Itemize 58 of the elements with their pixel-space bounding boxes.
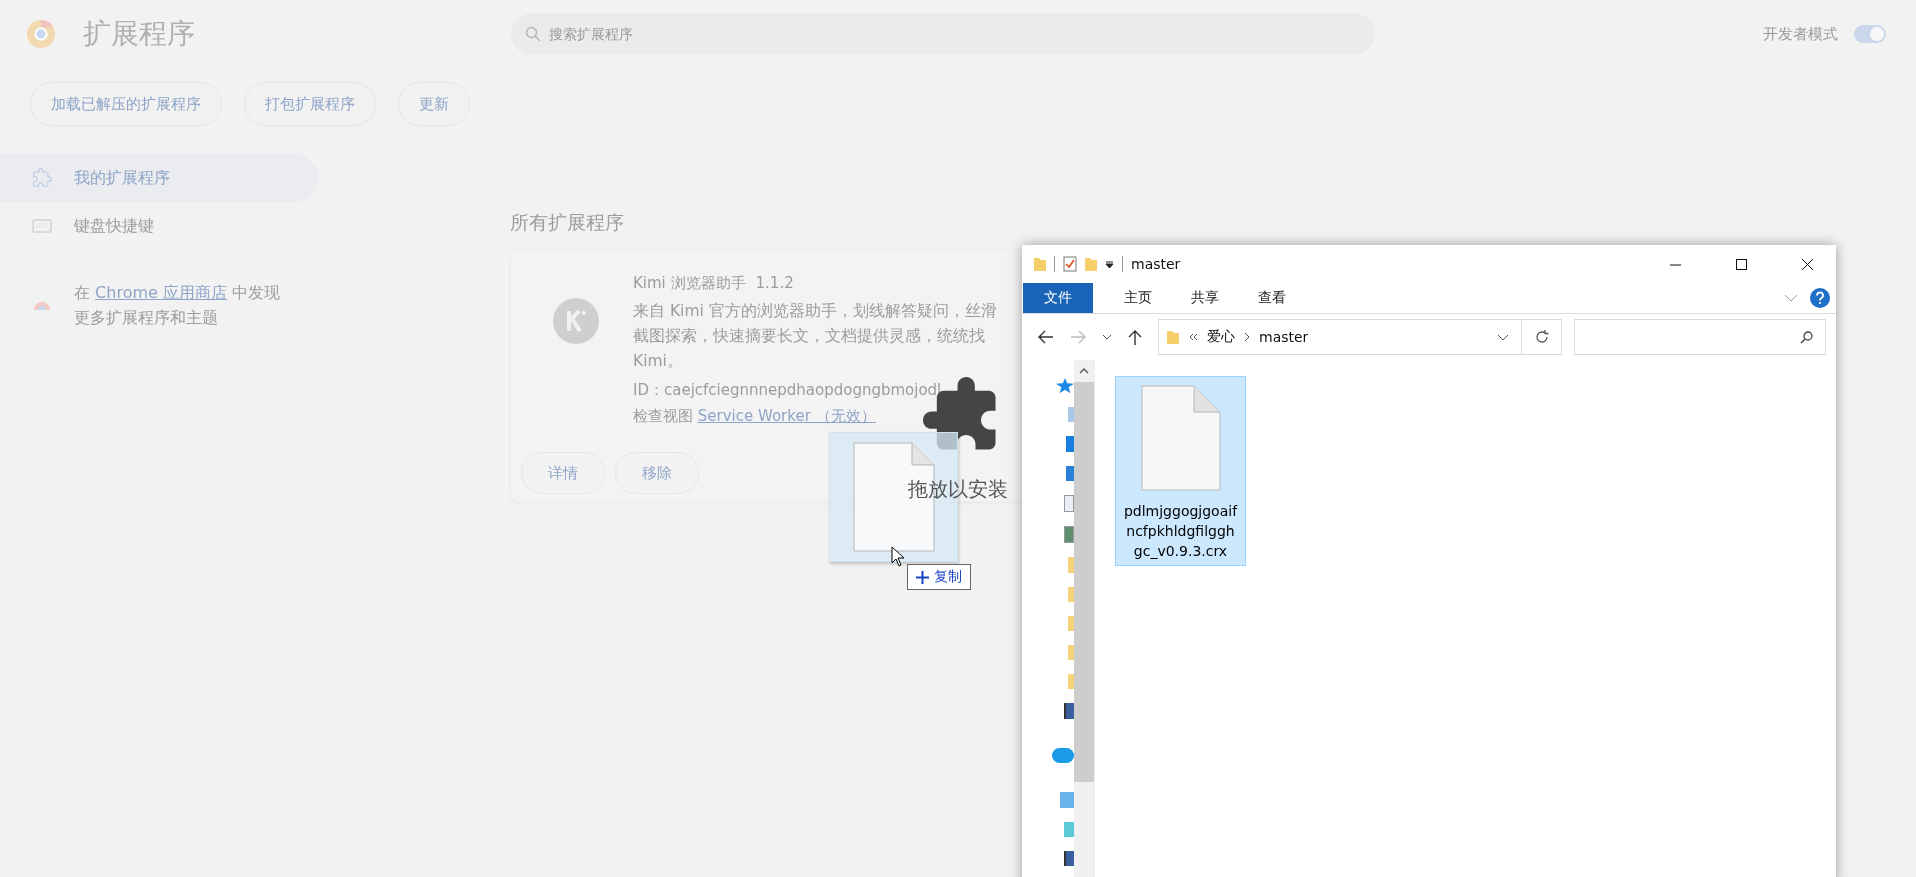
recent-dropdown-icon[interactable] bbox=[1102, 334, 1112, 340]
card-button[interactable]: 移除 bbox=[615, 452, 699, 494]
service-worker-link[interactable]: Service Worker （无效） bbox=[697, 407, 876, 425]
help-icon[interactable] bbox=[1810, 288, 1830, 308]
search-icon bbox=[1800, 330, 1813, 344]
inspect-views: 检查视图 Service Worker （无效） bbox=[633, 406, 877, 426]
scroll-up-icon[interactable] bbox=[1079, 368, 1089, 374]
chevron-right-icon bbox=[1244, 332, 1250, 342]
maximize-icon bbox=[1735, 258, 1747, 270]
extension-description: 来自 Kimi 官方的浏览器助手，划线解答疑问，丝滑截图探索，快速摘要长文，文档提供灵感，统统找 Kimi。 bbox=[633, 301, 998, 372]
plus-icon bbox=[916, 570, 929, 584]
file-icon bbox=[1140, 385, 1221, 491]
extension-version: 1.1.2 bbox=[755, 273, 794, 293]
keyboard-icon bbox=[32, 219, 52, 233]
breadcrumb-item[interactable]: 爱心 bbox=[1207, 328, 1235, 346]
developer-mode-toggle[interactable] bbox=[1854, 25, 1886, 43]
extension-name: Kimi 浏览器助手 bbox=[633, 273, 746, 293]
extension-logo-icon bbox=[553, 298, 599, 344]
ribbon-tab[interactable]: 文件 bbox=[1023, 283, 1093, 313]
refresh-icon bbox=[1533, 329, 1550, 345]
sidebar-item[interactable]: 键盘快捷键 bbox=[0, 202, 318, 250]
toolbar-button[interactable]: 更新 bbox=[398, 82, 470, 126]
breadcrumb-item[interactable]: master bbox=[1259, 329, 1309, 345]
discover-text: 在 Chrome 应用商店 中发现 更多扩展程序和主题 bbox=[74, 282, 281, 329]
search-field[interactable] bbox=[1574, 319, 1826, 355]
forward-arrow-icon[interactable] bbox=[1070, 330, 1086, 344]
scrollbar[interactable] bbox=[1074, 360, 1094, 877]
up-arrow-icon[interactable] bbox=[1128, 329, 1142, 345]
toolbar-button[interactable]: 打包扩展程序 bbox=[244, 82, 376, 126]
overflow-chevrons-icon bbox=[1188, 333, 1198, 341]
developer-mode-label: 开发者模式 bbox=[1763, 24, 1838, 44]
extension-id: ID：caejcfciegnnnepdhaopdogngbmojodl bbox=[633, 380, 943, 400]
puzzle-icon bbox=[32, 168, 52, 188]
ribbon-tab[interactable]: 查看 bbox=[1241, 283, 1303, 313]
close-icon bbox=[1801, 258, 1813, 270]
file-item[interactable]: pdlmjggogjgoaifncfpkhldgfilgghgc_v0.9.3.crx bbox=[1115, 376, 1246, 566]
search-icon bbox=[525, 26, 541, 42]
sidebar-item[interactable]: 我的扩展程序 bbox=[0, 154, 318, 202]
refresh-button[interactable] bbox=[1522, 319, 1562, 355]
card-button[interactable]: 详情 bbox=[521, 452, 605, 494]
chevron-down-icon[interactable] bbox=[1497, 333, 1509, 341]
store-link[interactable]: Chrome 应用商店 bbox=[95, 283, 227, 302]
cursor-icon bbox=[891, 546, 905, 567]
browser-logo-icon bbox=[26, 19, 56, 49]
ribbon-tab[interactable]: 共享 bbox=[1174, 283, 1236, 313]
scrollbar-thumb[interactable] bbox=[1074, 382, 1094, 782]
section-title: 所有扩展程序 bbox=[510, 210, 625, 235]
address-bar[interactable]: 爱心 master bbox=[1158, 319, 1522, 355]
page-title: 扩展程序 bbox=[83, 16, 196, 52]
back-arrow-icon[interactable] bbox=[1038, 330, 1054, 344]
search-field[interactable]: 搜索扩展程序 bbox=[511, 13, 1375, 55]
copy-label: 复制 bbox=[934, 568, 962, 586]
dropdown-icon[interactable] bbox=[1105, 259, 1114, 269]
window-title: master bbox=[1131, 256, 1181, 272]
checklist-icon bbox=[1063, 256, 1077, 272]
drop-to-install-label: 拖放以安装 bbox=[908, 476, 1008, 503]
ribbon-tab[interactable]: 主页 bbox=[1107, 283, 1169, 313]
toolbar-button[interactable]: 加载已解压的扩展程序 bbox=[30, 82, 222, 126]
